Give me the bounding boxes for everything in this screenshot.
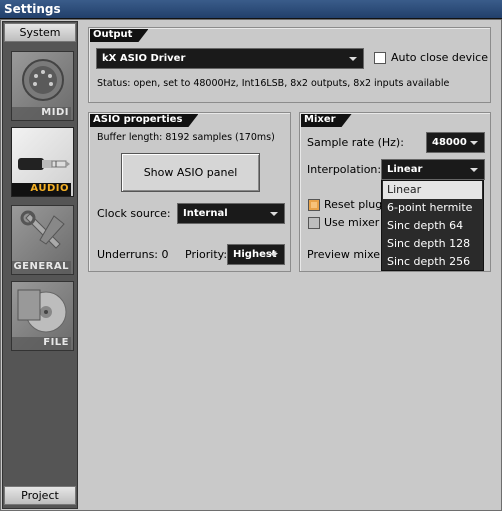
sidebar-item-midi[interactable]: MIDI [11, 51, 74, 121]
midi-connector-icon [22, 59, 64, 101]
driver-value: kX ASIO Driver [102, 53, 186, 64]
sidebar-item-file[interactable]: FILE [11, 281, 74, 351]
menu-item-sinc-depth-64[interactable]: Sinc depth 64 [383, 217, 482, 235]
sidebar-item-label: MIDI [12, 107, 71, 120]
interpolation-value: Linear [387, 164, 423, 175]
show-asio-panel-button[interactable]: Show ASIO panel [121, 153, 260, 192]
asio-properties-panel: ASIO properties Buffer length: 8192 samp… [88, 112, 291, 272]
status-text: Status: open, set to 48000Hz, Int16LSB, … [97, 78, 450, 89]
chevron-down-icon [270, 253, 278, 257]
chevron-down-icon [470, 168, 478, 172]
sidebar: System MIDI AUDIO GENERAL FILE Project [2, 21, 78, 509]
menu-item-linear[interactable]: Linear [383, 181, 482, 199]
auto-close-label: Auto close device [391, 51, 488, 64]
auto-close-checkbox[interactable] [374, 52, 386, 64]
sample-rate-value: 48000 [432, 137, 467, 148]
sidebar-item-audio[interactable]: AUDIO [11, 127, 74, 197]
project-tab-button[interactable]: Project [4, 486, 76, 505]
output-tab-label: Output [90, 29, 148, 42]
clock-source-value: Internal [183, 208, 228, 219]
underruns-text: Underruns: 0 [97, 248, 169, 261]
driver-dropdown[interactable]: kX ASIO Driver [96, 48, 364, 69]
interpolation-dropdown[interactable]: Linear [381, 159, 485, 180]
mixer-tab-label: Mixer [301, 114, 352, 127]
sample-rate-label: Sample rate (Hz): [307, 136, 404, 149]
priority-dropdown[interactable]: Highest [227, 244, 285, 265]
interpolation-menu: Linear 6-point hermite Sinc depth 64 Sin… [381, 180, 484, 271]
output-panel: Output kX ASIO Driver Auto close device … [88, 27, 491, 103]
clock-source-label: Clock source: [97, 207, 171, 220]
wrench-icon [20, 210, 65, 249]
clock-source-dropdown[interactable]: Internal [177, 203, 285, 224]
sidebar-item-label: FILE [12, 337, 71, 350]
interpolation-label: Interpolation: [307, 163, 382, 176]
reset-plugins-checkbox[interactable] [308, 199, 320, 211]
sidebar-item-general[interactable]: GENERAL [11, 205, 74, 275]
sidebar-item-label: AUDIO [12, 183, 71, 196]
disc-icon [17, 289, 67, 333]
use-mixer-checkbox[interactable] [308, 217, 320, 229]
sidebar-item-label: GENERAL [12, 261, 71, 274]
chevron-down-icon [270, 212, 278, 216]
asio-tab-label: ASIO properties [90, 114, 198, 127]
priority-label: Priority: [185, 248, 228, 261]
chevron-down-icon [349, 57, 357, 61]
menu-item-6-point-hermite[interactable]: 6-point hermite [383, 199, 482, 217]
sample-rate-dropdown[interactable]: 48000 [426, 132, 485, 153]
menu-item-sinc-depth-128[interactable]: Sinc depth 128 [383, 235, 482, 253]
chevron-down-icon [470, 141, 478, 145]
system-tab-button[interactable]: System [4, 23, 76, 42]
buffer-length-text: Buffer length: 8192 samples (170ms) [97, 132, 275, 143]
window-title: Settings [0, 0, 502, 19]
menu-item-sinc-depth-256[interactable]: Sinc depth 256 [383, 253, 482, 271]
audio-jack-icon [18, 158, 70, 170]
